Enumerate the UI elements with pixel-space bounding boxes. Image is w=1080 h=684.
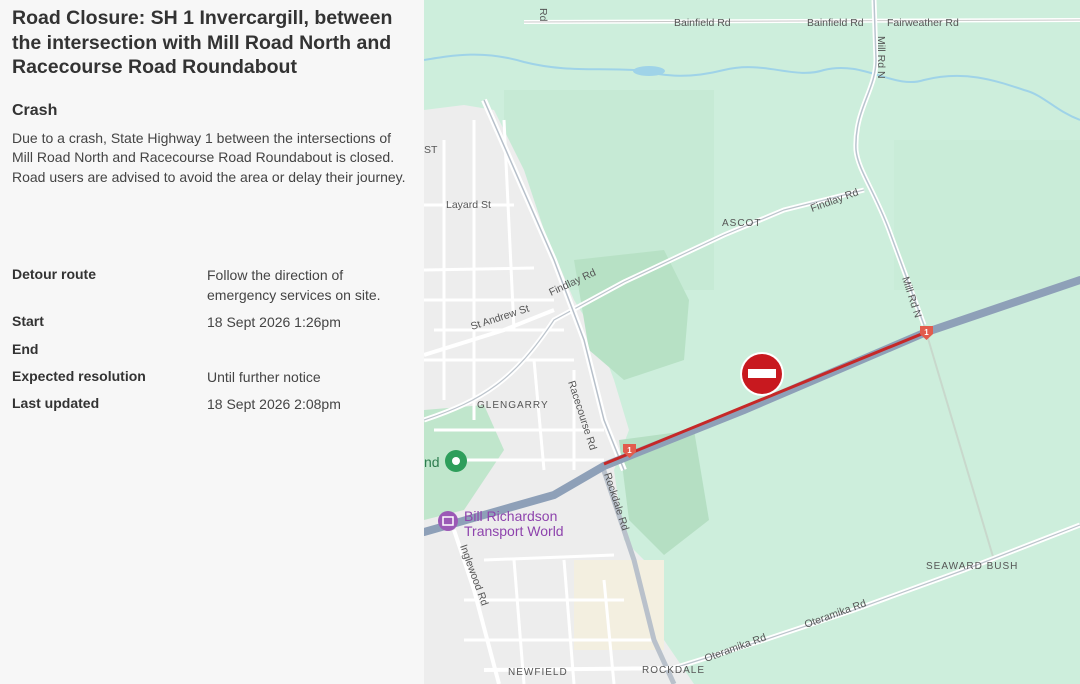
road-label: Bainfield Rd: [807, 17, 864, 29]
road-closed-icon[interactable]: [740, 352, 784, 396]
road-label: ST: [424, 144, 438, 156]
park-pin-icon[interactable]: [445, 450, 467, 472]
area-label: SEAWARD BUSH: [926, 561, 1018, 572]
detail-value: Follow the direction of emergency servic…: [207, 267, 381, 303]
details-list: Detour route Follow the direction of eme…: [12, 266, 412, 423]
incident-description: Due to a crash, State Highway 1 between …: [12, 129, 406, 185]
detail-value: 18 Sept 2026 1:26pm: [207, 314, 341, 330]
detail-row-resolution: Expected resolution Until further notice: [12, 368, 412, 388]
detail-row-end: End: [12, 341, 412, 360]
park-label-partial: nd: [424, 454, 440, 470]
detail-label: Start: [12, 313, 44, 329]
poi-label-line1: Bill Richardson: [464, 508, 557, 524]
map-view[interactable]: 1 1 Bill Richardson Transport World nd B…: [424, 0, 1080, 684]
transport-world-pin-icon[interactable]: [438, 511, 458, 531]
area-label: NEWFIELD: [508, 667, 568, 678]
shield-label: 1: [627, 446, 632, 455]
road-label: Mill Rd N: [875, 36, 887, 79]
detail-row-updated: Last updated 18 Sept 2026 2:08pm: [12, 395, 412, 415]
road-label: Bainfield Rd: [674, 17, 731, 29]
road-label: Layard St: [446, 199, 491, 211]
detail-row-start: Start 18 Sept 2026 1:26pm: [12, 313, 412, 333]
road-label: Fairweather Rd: [887, 17, 959, 29]
detail-value: 18 Sept 2026 2:08pm: [207, 396, 341, 412]
map-canvas[interactable]: 1 1 Bill Richardson Transport World nd B…: [424, 0, 1080, 684]
shield-label: 1: [924, 328, 929, 337]
detail-value: Until further notice: [207, 368, 321, 385]
area-label: GLENGARRY: [477, 400, 549, 411]
sand-area: [574, 560, 664, 650]
detail-label: Detour route: [12, 266, 96, 282]
area-label: ROCKDALE: [642, 665, 705, 676]
road-label: Rd: [537, 8, 549, 22]
detail-label: End: [12, 340, 39, 357]
incident-type: Crash: [12, 101, 58, 119]
detail-label: Expected resolution: [12, 367, 146, 384]
detail-label: Last updated: [12, 395, 100, 411]
detail-row-detour: Detour route Follow the direction of eme…: [12, 266, 412, 305]
incident-panel: Road Closure: SH 1 Invercargill, between…: [0, 0, 424, 684]
field-area: [894, 140, 1080, 290]
poi-label-line2: Transport World: [464, 523, 564, 539]
incident-title: Road Closure: SH 1 Invercargill, between…: [12, 7, 393, 78]
area-label: ASCOT: [722, 218, 761, 229]
pond: [633, 66, 665, 76]
